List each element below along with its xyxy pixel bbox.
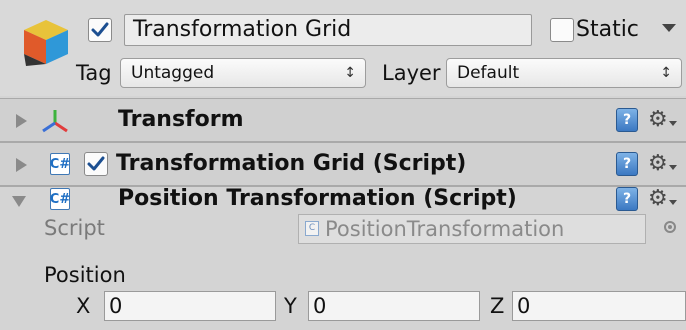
gear-icon[interactable]: ⚙ bbox=[648, 105, 668, 135]
foldout-arrow-icon[interactable] bbox=[16, 114, 27, 128]
component-title: Transform bbox=[118, 107, 244, 132]
layer-dropdown-value: Default bbox=[457, 63, 520, 83]
script-property-label: Script bbox=[44, 216, 105, 240]
y-axis-label: Y bbox=[284, 294, 297, 318]
help-icon[interactable]: ? bbox=[616, 187, 638, 211]
gear-dropdown-arrow-icon bbox=[669, 121, 677, 126]
updown-arrows-icon: ↕ bbox=[660, 65, 672, 81]
gear-dropdown-arrow-icon bbox=[669, 200, 677, 205]
active-checkbox[interactable] bbox=[88, 18, 112, 42]
z-axis-label: Z bbox=[490, 294, 505, 318]
layer-dropdown[interactable]: Default ↕ bbox=[446, 58, 682, 88]
transform-axes-icon bbox=[42, 110, 68, 133]
static-label: Static bbox=[576, 17, 639, 42]
script-object-field: C PositionTransformation bbox=[298, 214, 646, 244]
gear-icon[interactable]: ⚙ bbox=[648, 184, 668, 214]
tag-dropdown-value: Untagged bbox=[131, 63, 215, 83]
gameobject-header: Transformation Grid Static Tag Untagged … bbox=[0, 0, 686, 96]
position-transformation-header-row[interactable]: C# Position Transformation (Script) ? ⚙ bbox=[0, 164, 686, 212]
updown-arrows-icon: ↕ bbox=[344, 65, 356, 81]
static-dropdown-arrow-icon[interactable] bbox=[662, 24, 676, 32]
tag-label: Tag bbox=[76, 61, 112, 85]
cube-icon bbox=[24, 20, 68, 66]
script-icon: C# bbox=[50, 188, 70, 210]
position-z-field[interactable]: 0 bbox=[512, 291, 686, 321]
script-object-value: PositionTransformation bbox=[325, 217, 565, 241]
object-picker-icon[interactable] bbox=[664, 221, 676, 233]
position-property-label: Position bbox=[44, 263, 126, 287]
script-file-icon: C bbox=[305, 221, 319, 236]
checkmark-icon bbox=[91, 22, 109, 37]
help-icon[interactable]: ? bbox=[616, 108, 638, 132]
gameobject-name-field[interactable]: Transformation Grid bbox=[124, 14, 532, 46]
position-y-field[interactable]: 0 bbox=[308, 291, 480, 321]
foldout-arrow-icon[interactable] bbox=[12, 196, 26, 207]
tag-dropdown[interactable]: Untagged ↕ bbox=[120, 58, 366, 88]
static-checkbox[interactable] bbox=[550, 18, 574, 42]
component-header-transform[interactable]: Transform ? ⚙ bbox=[0, 98, 686, 142]
position-x-field[interactable]: 0 bbox=[104, 291, 276, 321]
layer-label: Layer bbox=[382, 61, 441, 85]
x-axis-label: X bbox=[76, 294, 91, 318]
